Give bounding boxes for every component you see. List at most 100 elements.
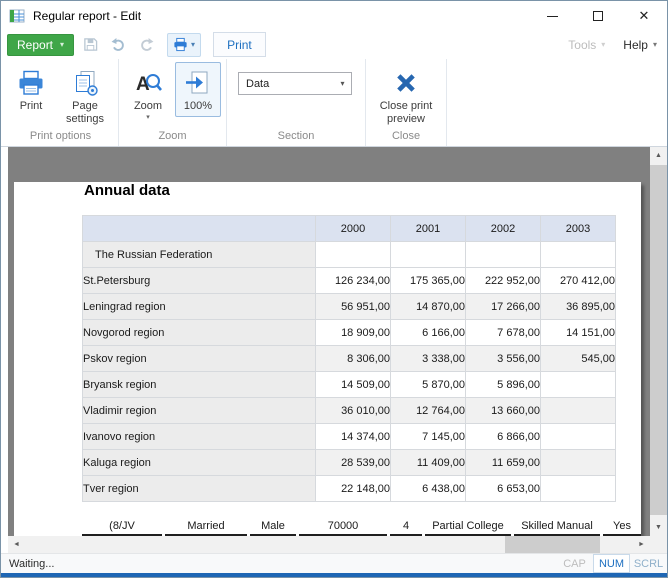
table-cell: 13 660,00: [466, 398, 541, 424]
report-page: Annual data 2000200120022003 The Russian…: [14, 182, 641, 536]
close-preview-icon: [395, 67, 417, 99]
row-label: Pskov region: [83, 346, 316, 372]
column-header: 2001: [391, 216, 466, 242]
redo-icon: [139, 37, 154, 52]
ribbon-group-print-options: Print Page settings: [3, 59, 119, 146]
maximize-button[interactable]: [575, 1, 621, 31]
scroll-down-arrow[interactable]: ▼: [650, 519, 667, 536]
undo-button[interactable]: [107, 34, 130, 56]
partial-row: (8/JVMarriedMale700004Partial CollegeSki…: [82, 520, 641, 536]
scroll-right-arrow[interactable]: ►: [633, 536, 650, 553]
vertical-scroll-thumb[interactable]: [650, 165, 667, 515]
table-cell: [541, 372, 616, 398]
table-row: Pskov region8 306,003 338,003 556,00545,…: [83, 346, 616, 372]
row-label: Tver region: [83, 476, 316, 502]
vertical-scroll-track[interactable]: [650, 164, 667, 519]
chevron-down-icon: ▾: [146, 114, 150, 121]
page-settings-label: Page settings: [61, 100, 109, 125]
table-cell: 28 539,00: [316, 450, 391, 476]
tools-menu[interactable]: Tools ▾: [568, 38, 605, 52]
chevron-down-icon: ▾: [334, 79, 351, 88]
table-cell: 36 895,00: [541, 294, 616, 320]
status-indicator-scrl: SCRL: [630, 554, 667, 573]
status-indicator-cap: CAP: [556, 554, 593, 573]
close-preview-label: Close print preview: [375, 100, 437, 125]
horizontal-scroll-track[interactable]: [25, 536, 633, 553]
window-title: Regular report - Edit: [33, 9, 141, 23]
table-cell: 545,00: [541, 346, 616, 372]
scroll-left-arrow[interactable]: ◄: [8, 536, 25, 553]
table-cell: [541, 242, 616, 268]
table-cell: 270 412,00: [541, 268, 616, 294]
row-label: Kaluga region: [83, 450, 316, 476]
printer-icon: [173, 37, 188, 52]
table-cell: 11 659,00: [466, 450, 541, 476]
maximize-icon: [593, 11, 603, 21]
status-indicators: CAPNUMSCRL: [556, 554, 667, 573]
table-row: St.Petersburg126 234,00175 365,00222 952…: [83, 268, 616, 294]
undo-icon: [111, 37, 126, 52]
table-cell: 56 951,00: [316, 294, 391, 320]
print-view-tab[interactable]: Print: [213, 32, 266, 57]
table-cell: 3 556,00: [466, 346, 541, 372]
partial-cell: Skilled Manual: [514, 520, 600, 536]
table-cell: 6 866,00: [466, 424, 541, 450]
report-menu-label: Report: [17, 38, 53, 52]
horizontal-scroll-thumb[interactable]: [505, 536, 600, 553]
table-cell: 12 764,00: [391, 398, 466, 424]
table-row: Bryansk region14 509,005 870,005 896,00: [83, 372, 616, 398]
ribbon-group-close: Close print preview Close: [366, 59, 447, 146]
title-bar[interactable]: Regular report - Edit ✕: [1, 1, 667, 31]
zoom-button-label: Zoom: [134, 100, 162, 113]
section-dropdown[interactable]: Data ▾: [238, 72, 352, 95]
zoom-level-label: 100%: [184, 100, 212, 113]
partial-cell: Partial College: [425, 520, 511, 536]
table-cell: 3 338,00: [391, 346, 466, 372]
minimize-button[interactable]: [529, 1, 575, 31]
print-button[interactable]: Print: [8, 62, 54, 117]
table-cell: 5 896,00: [466, 372, 541, 398]
print-preview-area: Annual data 2000200120022003 The Russian…: [1, 147, 667, 553]
report-title: Annual data: [84, 182, 641, 199]
table-corner-cell: [83, 216, 316, 242]
table-row: Vladimir region36 010,0012 764,0013 660,…: [83, 398, 616, 424]
zoom-button[interactable]: A Zoom ▾: [124, 62, 172, 125]
table-cell: 175 365,00: [391, 268, 466, 294]
column-header: 2002: [466, 216, 541, 242]
horizontal-scrollbar[interactable]: ◄ ►: [8, 536, 650, 553]
report-menu-button[interactable]: Report ▾: [7, 34, 74, 56]
zoom-100-button[interactable]: 100%: [175, 62, 221, 117]
report-table-body: The Russian FederationSt.Petersburg126 2…: [83, 242, 616, 502]
group-label-close: Close: [371, 129, 441, 146]
row-label: The Russian Federation: [83, 242, 316, 268]
vertical-scrollbar[interactable]: ▲ ▼: [650, 147, 667, 553]
table-cell: [541, 398, 616, 424]
zoom-icon: A: [134, 67, 162, 99]
close-button[interactable]: ✕: [621, 1, 667, 31]
table-cell: 7 145,00: [391, 424, 466, 450]
chevron-down-icon: ▾: [191, 40, 195, 49]
table-cell: [466, 242, 541, 268]
table-cell: 14 151,00: [541, 320, 616, 346]
row-label: Bryansk region: [83, 372, 316, 398]
help-menu[interactable]: Help ▾: [623, 38, 657, 52]
page-settings-button[interactable]: Page settings: [57, 62, 113, 129]
table-cell: 6 438,00: [391, 476, 466, 502]
quick-print-button[interactable]: ▾: [167, 33, 201, 57]
table-cell: 36 010,00: [316, 398, 391, 424]
table-row: Tver region22 148,006 438,006 653,00: [83, 476, 616, 502]
table-cell: 8 306,00: [316, 346, 391, 372]
ribbon-group-section: Data ▾ Section: [227, 59, 366, 146]
preview-left-padding: [1, 147, 8, 553]
status-message: Waiting...: [9, 558, 54, 570]
table-cell: [541, 476, 616, 502]
column-header: 2003: [541, 216, 616, 242]
close-print-preview-button[interactable]: Close print preview: [371, 62, 441, 129]
table-row: Leningrad region56 951,0014 870,0017 266…: [83, 294, 616, 320]
bottom-accent-strip: [1, 573, 667, 577]
save-button[interactable]: [79, 34, 102, 56]
minimize-icon: [547, 16, 558, 17]
table-cell: 126 234,00: [316, 268, 391, 294]
redo-button[interactable]: [135, 34, 158, 56]
scroll-up-arrow[interactable]: ▲: [650, 147, 667, 164]
